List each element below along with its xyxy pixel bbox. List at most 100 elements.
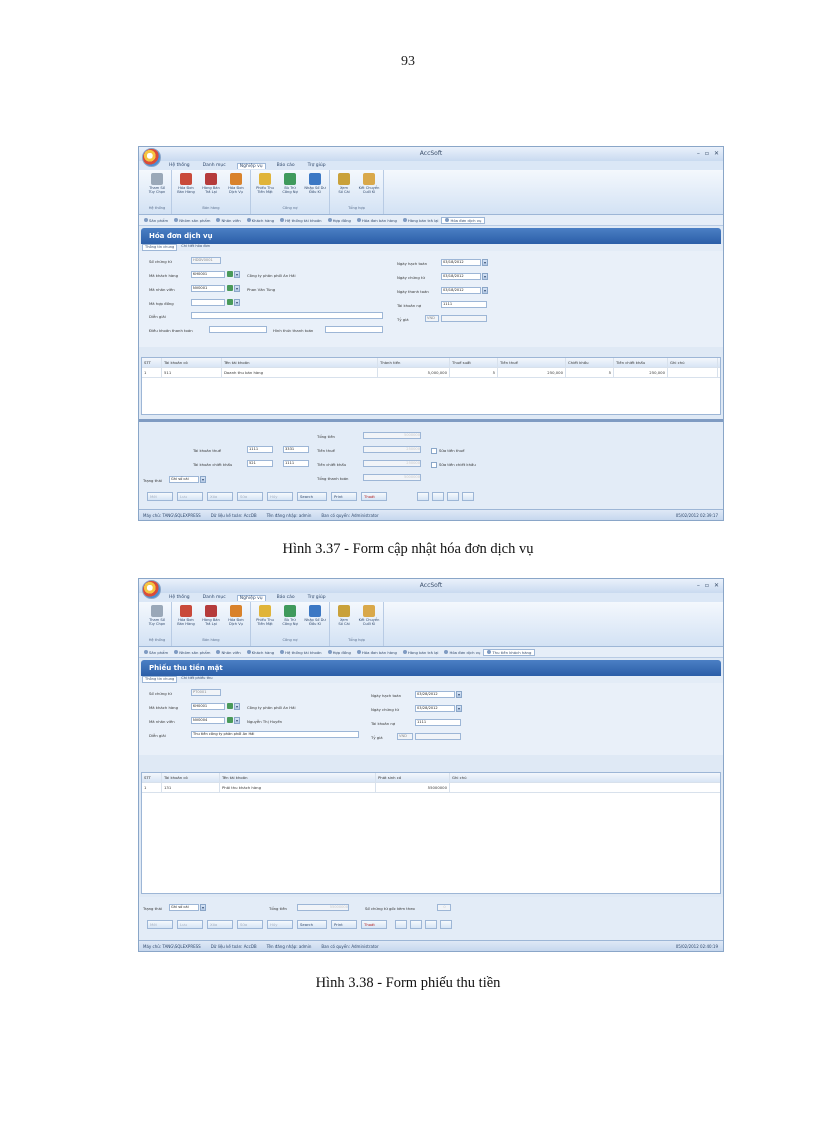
ribbon-sales-invoice-button[interactable]: Hóa Đơn Bán Hàng — [175, 602, 197, 636]
last-record-button[interactable] — [440, 920, 452, 929]
ribbon-offset-debt-button[interactable]: Bù Trừ Công Nợ — [279, 602, 301, 636]
ribbon-ledger-button[interactable]: Xem Sổ Cái — [333, 170, 355, 204]
next-record-button[interactable] — [425, 920, 437, 929]
ribbon-opening-balance-button[interactable]: Nhập Số Dư Đầu Kì — [304, 170, 326, 204]
delete-button[interactable]: Xóa — [207, 920, 233, 929]
lookup-icon[interactable] — [227, 271, 233, 277]
ribbon-period-close-button[interactable]: Kết Chuyển Cuối Kì — [358, 602, 380, 636]
sua-thue-checkbox[interactable] — [431, 448, 437, 454]
tab-hoa-don-dich-vu[interactable]: Hóa đơn dịch vụ — [441, 216, 486, 224]
new-button[interactable]: Mới — [147, 920, 173, 929]
ty-gia-field[interactable] — [441, 315, 487, 322]
maximize-icon[interactable]: ▫ — [705, 150, 709, 157]
dropdown-icon[interactable]: ▾ — [234, 717, 240, 724]
calendar-dropdown-icon[interactable]: ▾ — [482, 259, 488, 266]
ma-khach-hang-field[interactable]: KH0001 — [191, 271, 225, 278]
ngay-thanh-toan-field[interactable]: 03/18/2012 — [441, 287, 481, 294]
last-record-button[interactable] — [462, 492, 474, 501]
menu-tro-giup[interactable]: Trợ giúp — [306, 595, 328, 600]
subtab-general[interactable]: Thông tin chung — [142, 676, 178, 683]
tab-hop-dong[interactable]: Hợp đồng — [325, 650, 354, 655]
first-record-button[interactable] — [395, 920, 407, 929]
ribbon-service-invoice-button[interactable]: Hóa Đơn Dịch Vụ — [225, 170, 247, 204]
tk-ck-field-1[interactable]: 521 — [247, 460, 273, 467]
tab-nhom-san-pham[interactable]: Nhóm sản phẩm — [171, 218, 213, 223]
so-chung-tu-field[interactable]: HDDV0001 — [191, 257, 221, 264]
exit-button[interactable]: Thoát — [361, 492, 387, 501]
lookup-icon[interactable] — [227, 717, 233, 723]
print-button[interactable]: Print — [331, 492, 357, 501]
first-record-button[interactable] — [417, 492, 429, 501]
ma-hop-dong-field[interactable] — [191, 299, 225, 306]
ma-nhan-vien-field[interactable]: NV0004 — [191, 717, 225, 724]
print-button[interactable]: Print — [331, 920, 357, 929]
menu-he-thong[interactable]: Hệ thống — [167, 595, 192, 600]
tk-ck-field-2[interactable]: 1111 — [283, 460, 309, 467]
edit-button[interactable]: Sửa — [237, 492, 263, 501]
ngay-chung-tu-field[interactable]: 03/28/2012 — [415, 705, 455, 712]
ribbon-options-button[interactable]: Tham Số Tùy Chọn — [146, 602, 168, 636]
tab-he-thong-tai-khoan[interactable]: Hệ thống tài khoản — [277, 650, 324, 655]
trang-thai-select[interactable]: Ghi sổ cái — [169, 476, 199, 483]
lookup-icon[interactable] — [227, 285, 233, 291]
menu-nghiep-vu[interactable]: Nghiệp vụ — [236, 594, 266, 601]
menu-danh-muc[interactable]: Danh mục — [201, 595, 228, 600]
ribbon-cash-receipt-button[interactable]: Phiếu Thu Tiền Mặt — [254, 170, 276, 204]
menu-tro-giup[interactable]: Trợ giúp — [306, 163, 328, 168]
menu-he-thong[interactable]: Hệ thống — [167, 163, 192, 168]
table-row[interactable]: 1 131 Phải thu khách hàng 55000000 — [142, 783, 720, 793]
ribbon-options-button[interactable]: Tham Số Tùy Chọn — [146, 170, 168, 204]
tab-san-pham[interactable]: Sản phẩm — [141, 218, 171, 223]
search-button[interactable]: Search — [297, 492, 327, 501]
tab-nhan-vien[interactable]: Nhân viên — [213, 218, 243, 223]
subtab-details[interactable]: Chi tiết phiếu thu — [179, 676, 214, 683]
ma-nhan-vien-field[interactable]: NV0001 — [191, 285, 225, 292]
lookup-icon[interactable] — [227, 703, 233, 709]
dropdown-icon[interactable]: ▾ — [234, 285, 240, 292]
menu-bao-cao[interactable]: Báo cáo — [275, 163, 297, 168]
tab-hang-ban-tra-lai[interactable]: Hàng bán trả lại — [400, 218, 442, 223]
tab-hang-ban-tra-lai[interactable]: Hàng bán trả lại — [400, 650, 442, 655]
chevron-down-icon[interactable]: ▾ — [200, 904, 206, 911]
ribbon-returns-button[interactable]: Hàng Bán Trả Lại — [200, 170, 222, 204]
dieu-khoan-field[interactable] — [209, 326, 267, 333]
ngay-hach-toan-field[interactable]: 03/18/2012 — [441, 259, 481, 266]
tab-he-thong-tai-khoan[interactable]: Hệ thống tài khoản — [277, 218, 324, 223]
dropdown-icon[interactable]: ▾ — [234, 271, 240, 278]
chevron-down-icon[interactable]: ▾ — [200, 476, 206, 483]
lookup-icon[interactable] — [227, 299, 233, 305]
tab-khach-hang[interactable]: Khách hàng — [244, 218, 277, 223]
currency-field[interactable]: VND — [425, 315, 439, 322]
ribbon-opening-balance-button[interactable]: Nhập Số Dư Đầu Kì — [304, 602, 326, 636]
tab-khach-hang[interactable]: Khách hàng — [244, 650, 277, 655]
tab-san-pham[interactable]: Sản phẩm — [141, 650, 171, 655]
tab-thu-tien-khach-hang[interactable]: Thu tiền khách hàng — [483, 648, 536, 656]
calendar-dropdown-icon[interactable]: ▾ — [456, 705, 462, 712]
tab-hoa-don-ban-hang[interactable]: Hóa đơn bán hàng — [354, 218, 400, 223]
menu-nghiep-vu[interactable]: Nghiệp vụ — [236, 162, 266, 169]
ribbon-offset-debt-button[interactable]: Bù Trừ Công Nợ — [279, 170, 301, 204]
calendar-dropdown-icon[interactable]: ▾ — [482, 273, 488, 280]
tab-hop-dong[interactable]: Hợp đồng — [325, 218, 354, 223]
exit-button[interactable]: Thoát — [361, 920, 387, 929]
tk-thue-field-1[interactable]: 1111 — [247, 446, 273, 453]
dien-giai-field[interactable]: Thu tiền công ty phân phối An Hải — [191, 731, 359, 738]
so-chung-tu-field[interactable]: PT0001 — [191, 689, 221, 696]
ngay-chung-tu-field[interactable]: 03/18/2012 — [441, 273, 481, 280]
save-button[interactable]: Lưu — [177, 920, 203, 929]
hinh-thuc-field[interactable] — [325, 326, 383, 333]
dropdown-icon[interactable]: ▾ — [234, 703, 240, 710]
subtab-details[interactable]: Chi tiết hóa đơn — [179, 244, 212, 251]
save-button[interactable]: Lưu — [177, 492, 203, 501]
menu-danh-muc[interactable]: Danh mục — [201, 163, 228, 168]
menu-bao-cao[interactable]: Báo cáo — [275, 595, 297, 600]
ribbon-period-close-button[interactable]: Kết Chuyển Cuối Kì — [358, 170, 380, 204]
maximize-icon[interactable]: ▫ — [705, 582, 709, 589]
dropdown-icon[interactable]: ▾ — [234, 299, 240, 306]
tab-hoa-don-dich-vu[interactable]: Hóa đơn dịch vụ — [441, 650, 483, 655]
delete-button[interactable]: Xóa — [207, 492, 233, 501]
minimize-icon[interactable]: – — [697, 582, 700, 589]
app-orb-icon[interactable] — [142, 148, 161, 167]
search-button[interactable]: Search — [297, 920, 327, 929]
cancel-button[interactable]: Hủy — [267, 920, 293, 929]
